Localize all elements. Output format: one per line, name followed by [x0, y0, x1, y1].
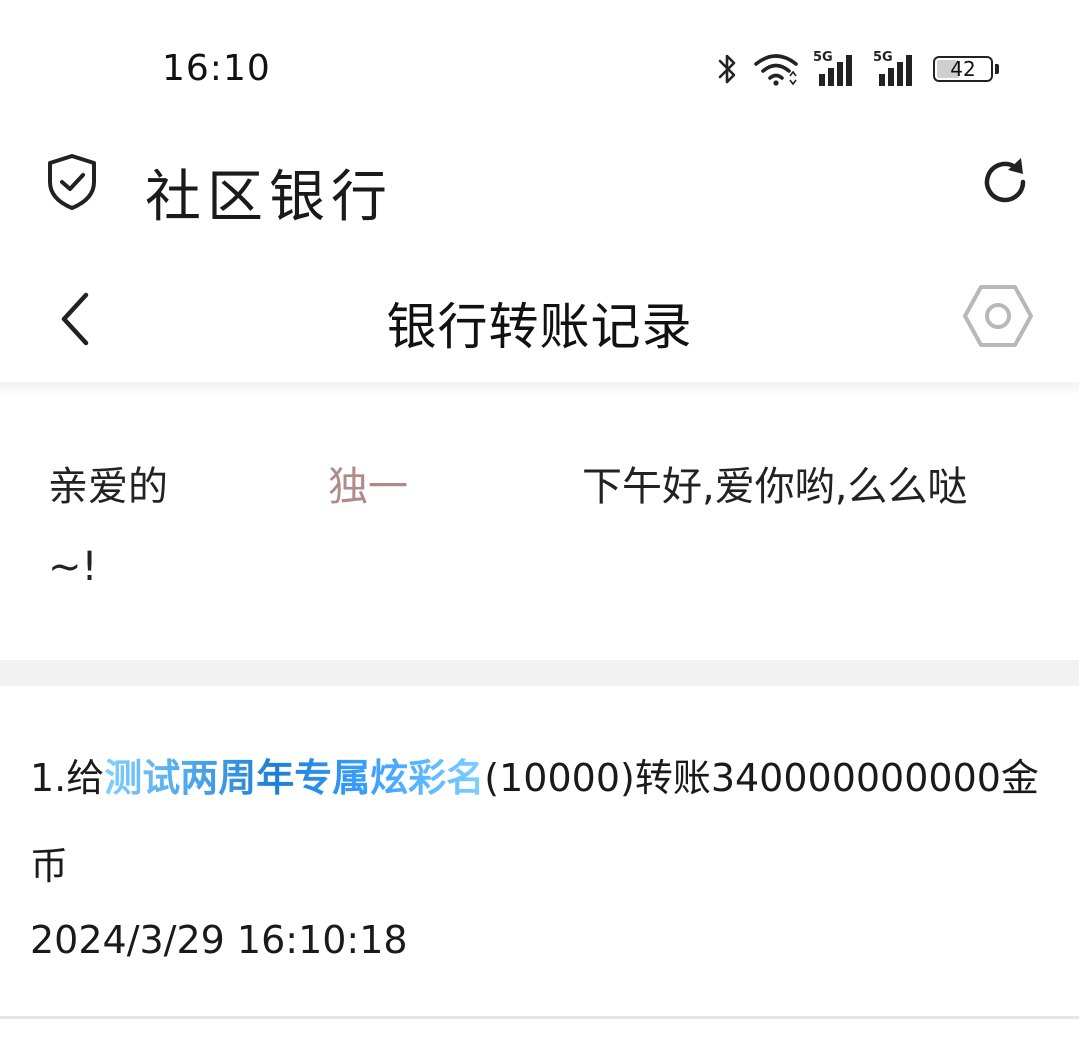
record-timestamp: 2024/3/29 16:10:18 [30, 918, 408, 962]
greeting-tail: ~! [48, 544, 98, 590]
page-title: 银行转账记录 [386, 298, 693, 356]
battery-icon: 42 [933, 54, 999, 84]
status-bar: 16:10 5G 5G 42 [0, 0, 1079, 130]
list-item[interactable]: 1.给测试两周年专属炫彩名(10000)转账340000000000金币 202… [0, 686, 1079, 1016]
nav-bar: 银行转账记录 [0, 255, 1079, 383]
greeting-prefix: 亲爱的 [48, 464, 168, 510]
section-separator [0, 660, 1079, 686]
cellular-signal-icon-1: 5G [813, 50, 859, 86]
status-time: 16:10 [162, 48, 271, 89]
greeting-username: 独一 [328, 464, 408, 510]
shield-check-icon [44, 152, 100, 216]
recipient-name[interactable]: 测试两周年专属炫彩名 [104, 756, 484, 800]
record-prefix: 1.给 [30, 756, 105, 800]
hexagon-gear-icon [963, 285, 1033, 347]
refresh-button[interactable] [977, 154, 1033, 214]
status-icons: 5G 5G 42 [717, 50, 999, 88]
nav-shadow [0, 382, 1079, 396]
app-title: 社区银行 [145, 165, 393, 230]
app-header: 社区银行 [0, 130, 1079, 240]
greeting-banner: 亲爱的 独一 下午好,爱你哟,么么哒 ~! [0, 396, 1079, 660]
record-divider [0, 1016, 1079, 1019]
greeting-message: 下午好,爱你哟,么么哒 [582, 464, 968, 510]
wifi-icon [753, 52, 799, 86]
refresh-icon [984, 158, 1026, 203]
transfer-description: 1.给测试两周年专属炫彩名(10000)转账340000000000金币 [30, 734, 1040, 910]
bluetooth-icon [717, 52, 739, 86]
battery-level: 42 [950, 57, 976, 81]
cellular-signal-icon-2: 5G [873, 50, 919, 86]
settings-button[interactable] [963, 283, 1033, 353]
